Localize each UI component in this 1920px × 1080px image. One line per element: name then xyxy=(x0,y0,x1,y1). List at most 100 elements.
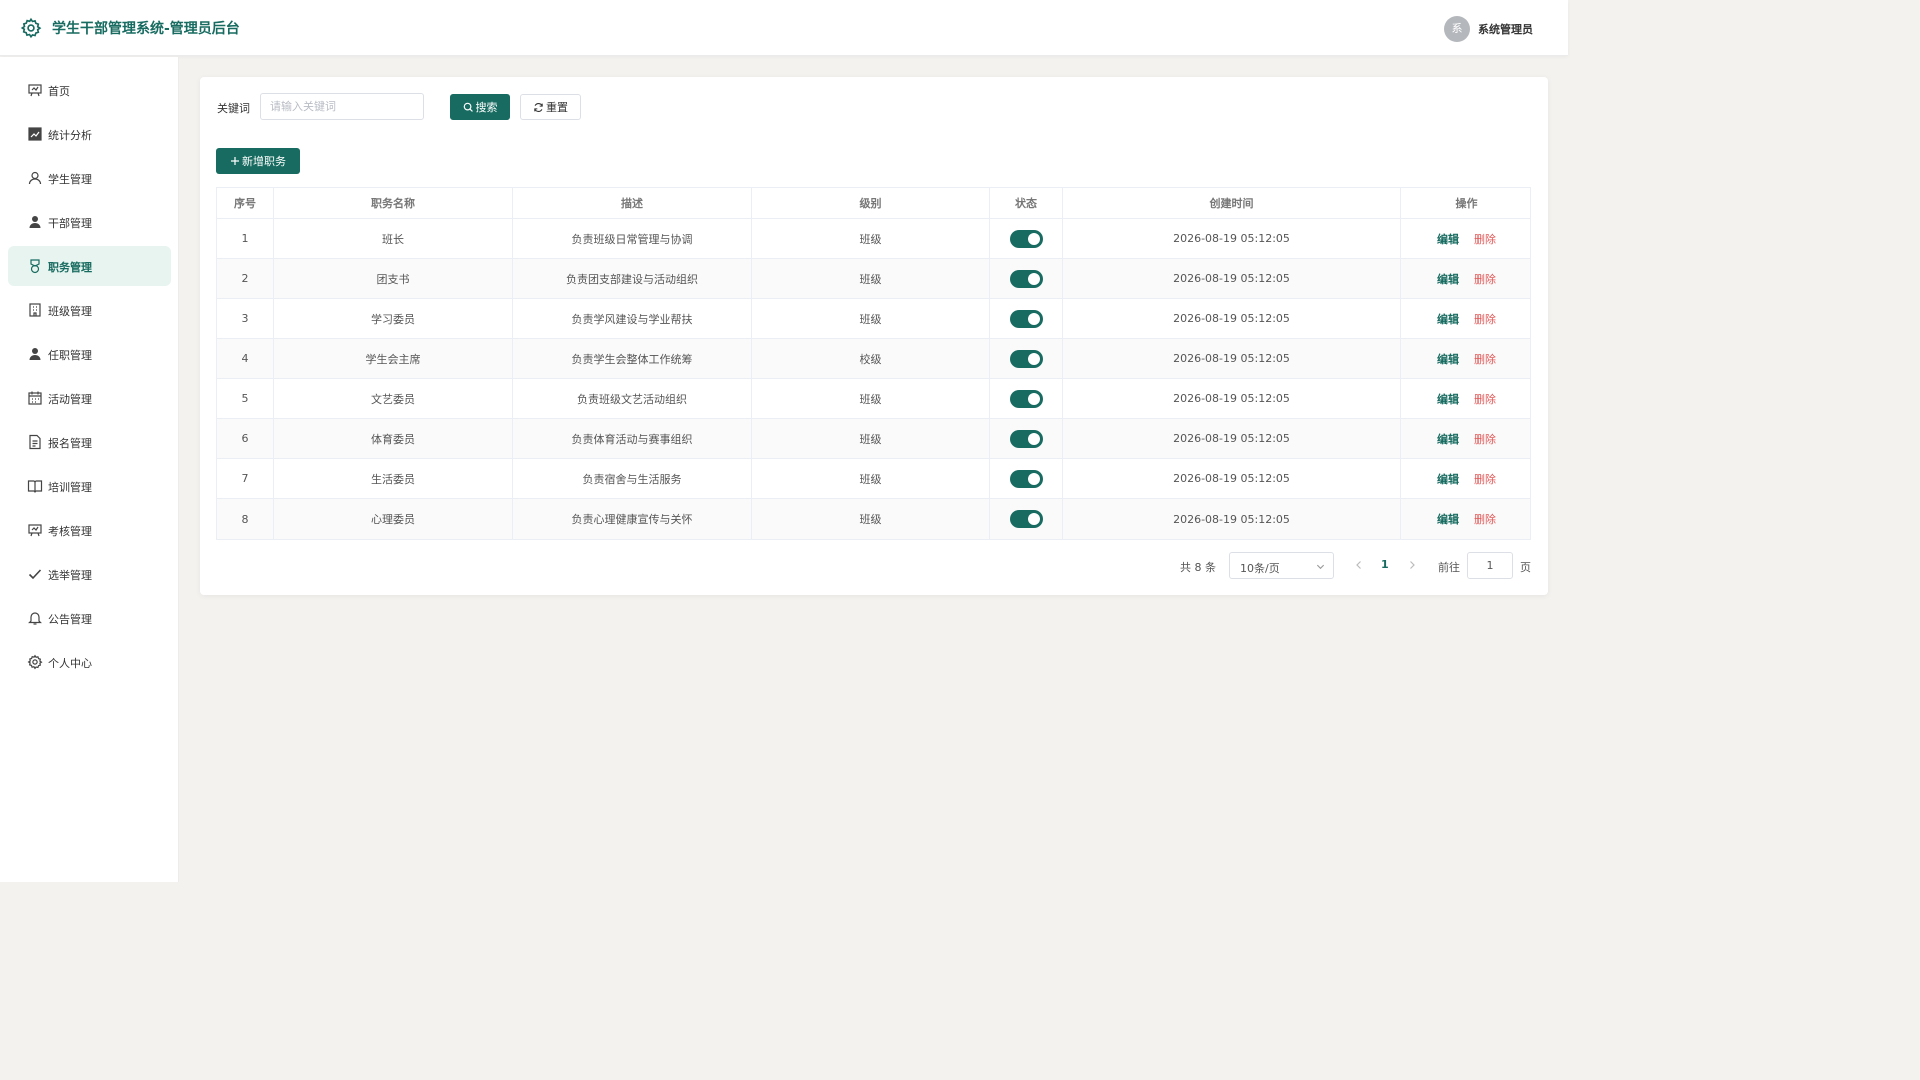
sidebar-item-registrations[interactable]: 报名管理 xyxy=(8,422,171,462)
prev-page-icon[interactable] xyxy=(1354,559,1364,571)
delete-link[interactable]: 删除 xyxy=(1474,511,1496,527)
delete-link[interactable]: 删除 xyxy=(1474,431,1496,447)
keyword-input[interactable] xyxy=(260,93,424,120)
sidebar-item-label: 干部管理 xyxy=(48,217,92,230)
sidebar-item-label: 报名管理 xyxy=(48,437,92,450)
cell-name: 团支书 xyxy=(274,259,513,298)
search-button[interactable]: 搜索 xyxy=(450,94,510,120)
cell-actions: 编辑 删除 xyxy=(1401,459,1532,498)
toggle-knob xyxy=(1027,312,1040,325)
sidebar-item-profile[interactable]: 个人中心 xyxy=(8,642,171,682)
table-row: 4 学生会主席 负责学生会整体工作统筹 校级 2026-08-19 05:12:… xyxy=(217,339,1530,379)
sidebar-item-students[interactable]: 学生管理 xyxy=(8,158,171,198)
cell-actions: 编辑 删除 xyxy=(1401,419,1532,458)
cell-no: 4 xyxy=(217,339,274,378)
edit-link[interactable]: 编辑 xyxy=(1437,311,1459,327)
delete-link[interactable]: 删除 xyxy=(1474,311,1496,327)
app-title: 学生干部管理系统-管理员后台 xyxy=(52,21,240,37)
sidebar-item-label: 职务管理 xyxy=(48,261,92,274)
table-row: 2 团支书 负责团支部建设与活动组织 班级 2026-08-19 05:12:0… xyxy=(217,259,1530,299)
edit-link[interactable]: 编辑 xyxy=(1437,351,1459,367)
status-toggle[interactable] xyxy=(1009,429,1043,448)
sidebar-item-assessment[interactable]: 考核管理 xyxy=(8,510,171,550)
sidebar-item-training[interactable]: 培训管理 xyxy=(8,466,171,506)
column-header-level: 级别 xyxy=(752,188,990,218)
cell-level: 班级 xyxy=(752,499,990,539)
bell-icon xyxy=(28,612,42,625)
reset-button[interactable]: 重置 xyxy=(520,94,581,120)
calendar-icon xyxy=(28,391,42,405)
table-row: 6 体育委员 负责体育活动与赛事组织 班级 2026-08-19 05:12:0… xyxy=(217,419,1530,459)
sidebar-item-cadres[interactable]: 干部管理 xyxy=(8,202,171,242)
cell-created: 2026-08-19 05:12:05 xyxy=(1063,299,1401,338)
cell-name: 生活委员 xyxy=(274,459,513,498)
avatar[interactable]: 系 xyxy=(1444,16,1470,42)
sidebar-item-positions[interactable]: 职务管理 xyxy=(8,246,171,286)
sidebar-item-label: 任职管理 xyxy=(48,349,92,362)
delete-link[interactable]: 删除 xyxy=(1474,351,1496,367)
edit-link[interactable]: 编辑 xyxy=(1437,431,1459,447)
cell-no: 2 xyxy=(217,259,274,298)
cell-level: 班级 xyxy=(752,299,990,338)
status-toggle[interactable] xyxy=(1009,229,1043,248)
next-page-icon[interactable] xyxy=(1407,559,1417,571)
status-toggle[interactable] xyxy=(1009,510,1043,528)
toggle-knob xyxy=(1027,432,1040,445)
cell-level: 校级 xyxy=(752,339,990,378)
cell-status xyxy=(990,419,1063,458)
sidebar-item-elections[interactable]: 选举管理 xyxy=(8,554,171,594)
sidebar-item-label: 个人中心 xyxy=(48,657,92,670)
cell-created: 2026-08-19 05:12:05 xyxy=(1063,459,1401,498)
status-toggle[interactable] xyxy=(1009,309,1043,328)
status-toggle[interactable] xyxy=(1009,269,1043,288)
edit-link[interactable]: 编辑 xyxy=(1437,231,1459,247)
delete-link[interactable]: 删除 xyxy=(1474,471,1496,487)
cell-status xyxy=(990,299,1063,338)
badge-icon xyxy=(30,259,40,274)
user-icon xyxy=(28,171,42,185)
cell-actions: 编辑 删除 xyxy=(1401,339,1532,378)
toggle-knob xyxy=(1027,513,1040,525)
delete-link[interactable]: 删除 xyxy=(1474,271,1496,287)
cell-no: 5 xyxy=(217,379,274,418)
cell-level: 班级 xyxy=(752,419,990,458)
cell-actions: 编辑 删除 xyxy=(1401,259,1532,298)
edit-link[interactable]: 编辑 xyxy=(1437,271,1459,287)
edit-link[interactable]: 编辑 xyxy=(1437,511,1459,527)
sidebar-item-label: 活动管理 xyxy=(48,393,92,406)
sidebar-item-home[interactable]: 首页 xyxy=(8,70,171,110)
cell-status xyxy=(990,379,1063,418)
delete-link[interactable]: 删除 xyxy=(1474,231,1496,247)
goto-page-input[interactable] xyxy=(1467,552,1513,579)
cell-description: 负责体育活动与赛事组织 xyxy=(513,419,752,458)
toggle-knob xyxy=(1027,232,1040,245)
cell-name: 学生会主席 xyxy=(274,339,513,378)
sidebar-item-classes[interactable]: 班级管理 xyxy=(8,290,171,330)
user-name[interactable]: 系统管理员 xyxy=(1478,21,1533,37)
add-position-button[interactable]: 新增职务 xyxy=(216,148,300,174)
refresh-icon xyxy=(534,102,543,112)
user-filled-icon xyxy=(29,348,41,360)
sidebar-item-appointments[interactable]: 任职管理 xyxy=(8,334,171,374)
sidebar-item-label: 培训管理 xyxy=(48,481,92,494)
sidebar-item-label: 首页 xyxy=(48,85,70,98)
check-icon xyxy=(28,569,42,580)
add-position-button-label: 新增职务 xyxy=(242,155,286,168)
cell-name: 文艺委员 xyxy=(274,379,513,418)
page-size-select[interactable]: 10条/页 xyxy=(1229,552,1334,579)
status-toggle[interactable] xyxy=(1009,349,1043,368)
status-toggle[interactable] xyxy=(1009,469,1043,488)
delete-link[interactable]: 删除 xyxy=(1474,391,1496,407)
sidebar-item-statistics[interactable]: 统计分析 xyxy=(8,114,171,154)
status-toggle[interactable] xyxy=(1009,389,1043,408)
edit-link[interactable]: 编辑 xyxy=(1437,471,1459,487)
cell-created: 2026-08-19 05:12:05 xyxy=(1063,219,1401,258)
sidebar-item-activities[interactable]: 活动管理 xyxy=(8,378,171,418)
cell-description: 负责团支部建设与活动组织 xyxy=(513,259,752,298)
user-filled-icon xyxy=(29,216,41,228)
page-number-current[interactable]: 1 xyxy=(1381,558,1389,571)
edit-link[interactable]: 编辑 xyxy=(1437,391,1459,407)
sidebar-item-announcements[interactable]: 公告管理 xyxy=(8,598,171,638)
table-row: 5 文艺委员 负责班级文艺活动组织 班级 2026-08-19 05:12:05… xyxy=(217,379,1530,419)
cell-no: 7 xyxy=(217,459,274,498)
